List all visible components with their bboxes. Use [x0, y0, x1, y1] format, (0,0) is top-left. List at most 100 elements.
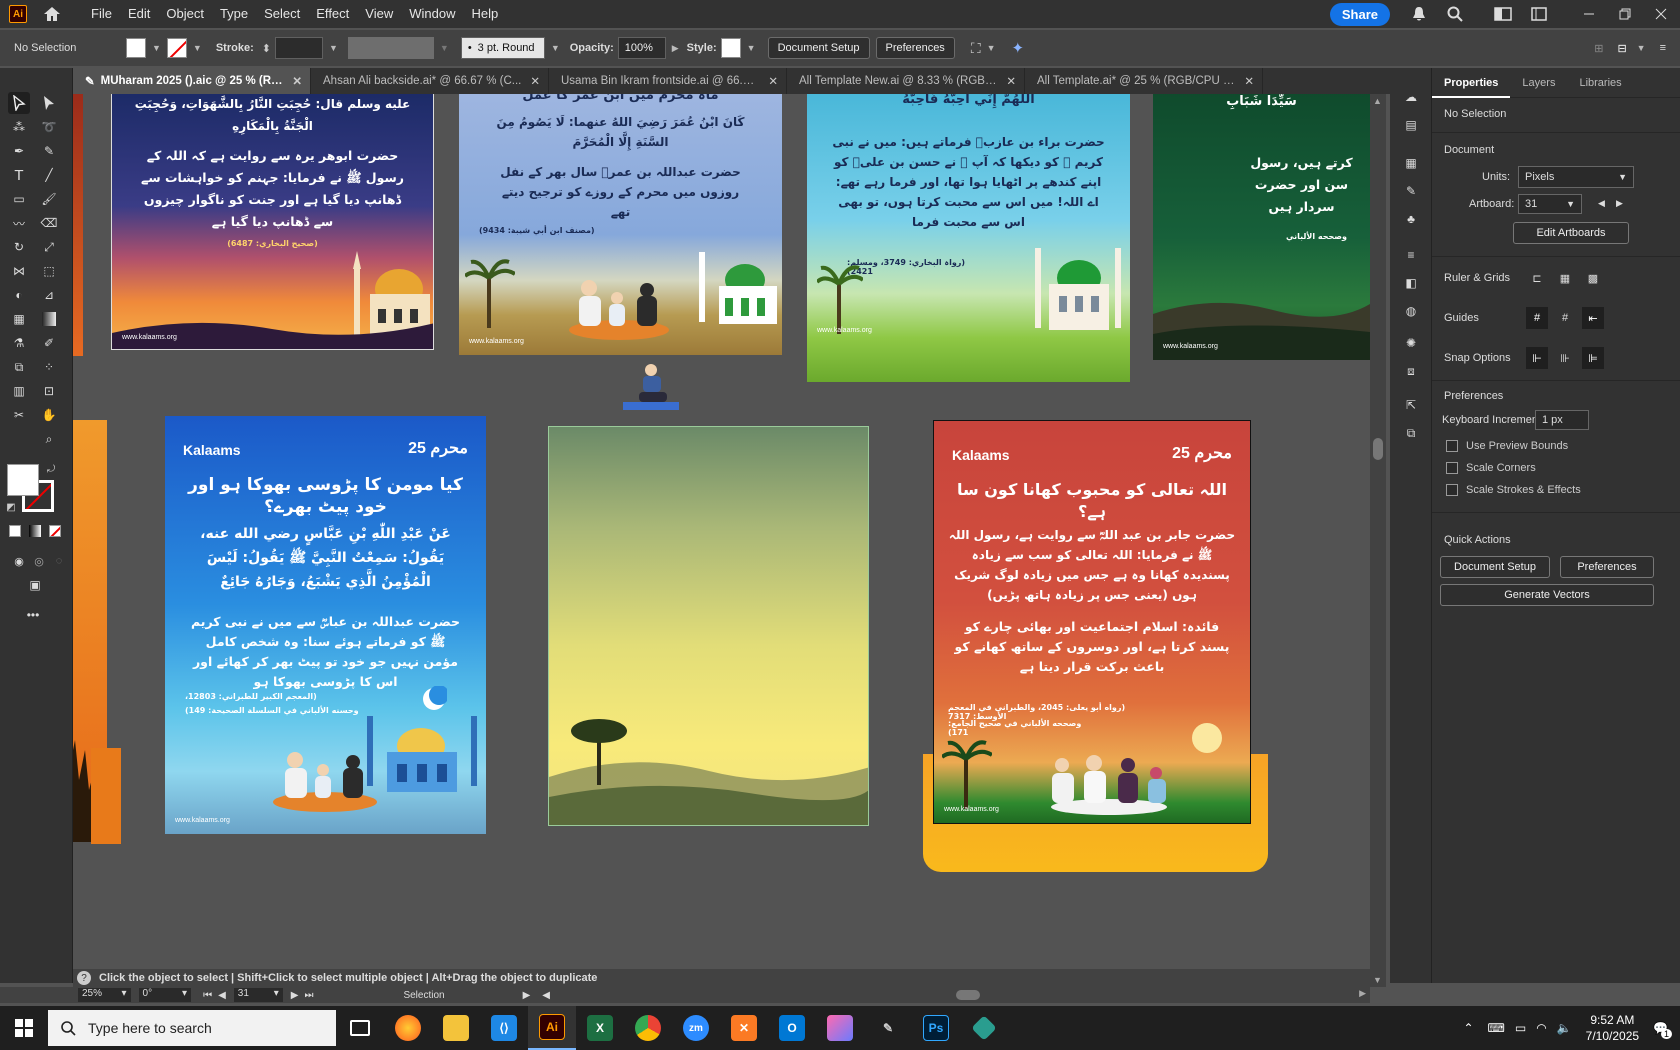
chevron-up-icon[interactable]: ⌃	[1463, 1021, 1473, 1035]
canvas[interactable]: عليه وسلم قال: حُجِبَتِ النَّارُ بِالشَّ…	[73, 94, 1370, 969]
chevron-down-icon[interactable]: ▼	[152, 43, 161, 53]
generate-vectors-button[interactable]: Generate Vectors	[1440, 584, 1654, 606]
menu-help[interactable]: Help	[463, 0, 506, 28]
scroll-left-icon[interactable]: ◀	[542, 990, 550, 1001]
clock[interactable]: 9:52 AM 7/10/2025	[1586, 1012, 1639, 1044]
scale-corners-checkbox[interactable]: Scale Corners	[1446, 462, 1536, 474]
chevron-down-icon[interactable]: ▼	[1637, 43, 1646, 53]
next-artboard-icon[interactable]: ▶	[1616, 198, 1623, 209]
vscode-icon[interactable]: ⟨⟩	[480, 1006, 528, 1050]
artboard-hadith-hellfire[interactable]: عليه وسلم قال: حُجِبَتِ النَّارُ بِالشَّ…	[111, 94, 434, 350]
lock-guides-icon[interactable]: #	[1554, 307, 1576, 329]
shaper-tool-icon[interactable]: 〰	[8, 212, 30, 234]
menu-effect[interactable]: Effect	[308, 0, 357, 28]
restore-icon[interactable]	[1614, 3, 1636, 25]
gradient-panel-icon[interactable]: ◧	[1400, 272, 1422, 294]
gradient-mode-icon[interactable]	[28, 524, 42, 538]
snap-to-grid-icon[interactable]: ⊪	[1554, 347, 1576, 369]
workspace-icon[interactable]	[1492, 3, 1514, 25]
artboard-blank-template[interactable]	[548, 426, 869, 826]
tab-usama-bin-ikram[interactable]: Usama Bin Ikram frontside.ai @ 66.67... …	[549, 68, 787, 94]
zoom-tool-icon[interactable]: ⌕	[38, 428, 60, 450]
excel-icon[interactable]: X	[576, 1006, 624, 1050]
swatches-icon[interactable]: ▦	[1400, 152, 1422, 174]
preferences-button[interactable]: Preferences	[875, 37, 955, 59]
scroll-down-icon[interactable]: ▼	[1373, 975, 1382, 985]
fill-swatch[interactable]	[126, 38, 146, 58]
close-icon[interactable]: ✕	[768, 74, 778, 88]
draw-normal-icon[interactable]: ◉	[8, 550, 30, 572]
close-icon[interactable]: ✕	[292, 74, 302, 88]
close-icon[interactable]	[1650, 3, 1672, 25]
rectangle-tool-icon[interactable]: ▭	[8, 188, 30, 210]
illustrator-taskbar-icon[interactable]: Ai	[528, 1006, 576, 1050]
pen-app-icon[interactable]: ✎	[864, 1006, 912, 1050]
transparency-icon[interactable]: ◍	[1400, 300, 1422, 322]
vertical-scrollbar[interactable]: ▲ ▼	[1370, 94, 1386, 987]
tab-layers[interactable]: Layers	[1510, 68, 1567, 98]
battery-icon[interactable]: ▭	[1515, 1021, 1526, 1035]
close-icon[interactable]: ✕	[1244, 74, 1254, 88]
perspective-grid-icon[interactable]: ⊿	[38, 284, 60, 306]
close-icon[interactable]: ✕	[1006, 74, 1016, 88]
screen-mode-icon[interactable]: ▣	[24, 574, 46, 596]
quick-preferences-button[interactable]: Preferences	[1560, 556, 1654, 578]
curvature-tool-icon[interactable]: ✎	[38, 140, 60, 162]
use-preview-bounds-checkbox[interactable]: Use Preview Bounds	[1446, 440, 1568, 452]
minimize-icon[interactable]	[1578, 3, 1600, 25]
type-tool-icon[interactable]: T	[8, 164, 30, 186]
graphic-styles-icon[interactable]: ⧈	[1400, 360, 1422, 382]
swap-colors-icon[interactable]: ⤾	[44, 462, 58, 476]
symbol-sprayer-icon[interactable]: ⁘	[38, 356, 60, 378]
share-button[interactable]: Share	[1329, 2, 1390, 26]
search-icon[interactable]	[1444, 3, 1466, 25]
artboard-sayyida-shabab[interactable]: سَيِّدَا شَبَابِ کرتے ہیں، رسول سن اور ح…	[1153, 94, 1370, 360]
artboard-ibn-umar-muharram[interactable]: ماہ محرم میں ابن عمر کا عمل كَانَ ابْنُ …	[459, 94, 782, 355]
brush-definition[interactable]: • 3 pt. Round	[460, 37, 545, 59]
horizontal-scrollbar[interactable]: ▶	[550, 987, 1370, 1003]
scroll-thumb[interactable]	[1373, 438, 1383, 460]
keyboard-increment-field[interactable]: 1 px	[1535, 410, 1589, 430]
photoshop-icon[interactable]: Ps	[912, 1006, 960, 1050]
scale-strokes-checkbox[interactable]: Scale Strokes & Effects	[1446, 484, 1581, 496]
tab-libraries[interactable]: Libraries	[1567, 68, 1633, 98]
menu-window[interactable]: Window	[401, 0, 463, 28]
stroke-weight-field[interactable]	[274, 37, 323, 59]
next-artboard-icon[interactable]: ▶	[291, 990, 299, 1001]
gradient-tool-icon[interactable]	[38, 308, 60, 330]
line-tool-icon[interactable]: ╱	[38, 164, 60, 186]
paint-icon[interactable]	[816, 1006, 864, 1050]
align-icon[interactable]: ⛶	[971, 40, 981, 57]
wifi-icon[interactable]: ◠	[1536, 1021, 1546, 1035]
hand-tool-icon[interactable]: ✋	[38, 404, 60, 426]
tab-all-template-new[interactable]: All Template New.ai @ 8.33 % (RGB/C... ✕	[787, 68, 1025, 94]
direct-selection-tool-icon[interactable]	[38, 92, 60, 114]
tab-muharam-2025[interactable]: ✎ MUharam 2025 ().aic @ 25 % (RGB/CPU Pr…	[73, 68, 311, 94]
width-tool-icon[interactable]: ⋈	[8, 260, 30, 282]
eraser-icon[interactable]: ⌫	[38, 212, 60, 234]
appearance-icon[interactable]: ✺	[1400, 332, 1422, 354]
panel-toggle-icon[interactable]: ⊟	[1617, 42, 1626, 55]
file-explorer-icon[interactable]	[432, 1006, 480, 1050]
color-mode-icon[interactable]	[8, 524, 22, 538]
artboard-beloved-food[interactable]: Kalaams محرم 25 اللہ تعالی کو محبوب کھان…	[933, 420, 1251, 824]
mesh-tool-icon[interactable]: ▦	[8, 308, 30, 330]
variable-width-profile[interactable]	[347, 37, 434, 59]
chevron-down-icon[interactable]: ▼	[987, 43, 996, 53]
snap-to-point-icon[interactable]: ⊩	[1526, 347, 1548, 369]
stroke-panel-icon[interactable]: ≡	[1400, 244, 1422, 266]
menu-select[interactable]: Select	[256, 0, 308, 28]
menu-edit[interactable]: Edit	[120, 0, 158, 28]
app-icon[interactable]	[960, 1006, 1008, 1050]
scroll-up-icon[interactable]: ▲	[1373, 96, 1382, 106]
taskbar-search[interactable]: Type here to search	[48, 1010, 336, 1046]
selection-tool-icon[interactable]	[8, 92, 30, 114]
rotate-tool-icon[interactable]: ↻	[8, 236, 30, 258]
column-graph-icon[interactable]: ▥	[8, 380, 30, 402]
paintbrush-icon[interactable]: 🖌	[38, 188, 60, 210]
export-icon[interactable]: ⇱	[1400, 394, 1422, 416]
menu-type[interactable]: Type	[212, 0, 256, 28]
chevron-down-icon[interactable]: ▼	[551, 43, 560, 53]
chevron-down-icon[interactable]: ▼	[747, 43, 756, 53]
stroke-swatch[interactable]	[166, 38, 187, 58]
